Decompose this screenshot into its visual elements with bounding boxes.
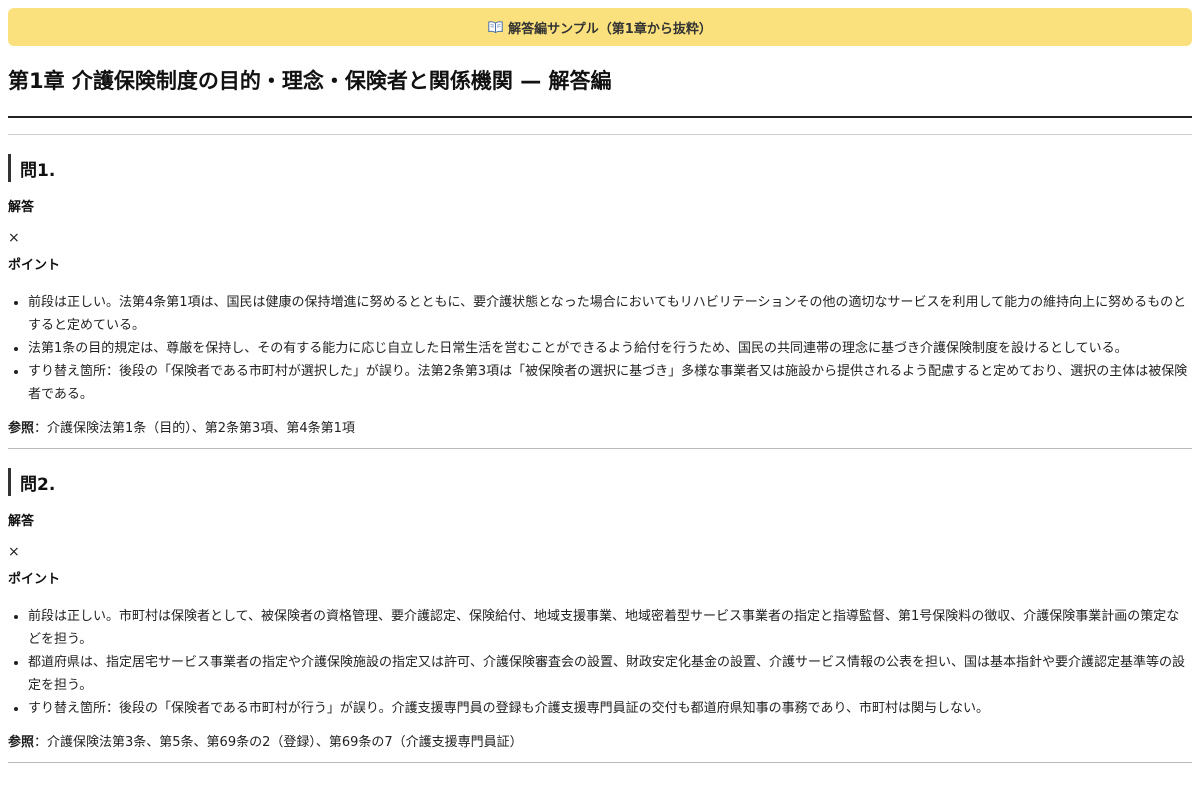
question-heading: 問1.: [8, 153, 1192, 183]
heading-accent-bar: [8, 154, 11, 182]
points-label: ポイント: [8, 572, 61, 587]
question-divider: [8, 448, 1192, 449]
point-item: 前段は正しい。法第4条第1項は、国民は健康の保持増進に努めるとともに、要介護状態…: [28, 291, 1192, 337]
answer-value: ×: [8, 544, 20, 560]
reference-text: ：介護保険法第3条、第5条、第69条の2（登録）、第69条の7（介護支援専門員証…: [34, 735, 523, 750]
point-item: すり替え箇所：後段の「保険者である市町村が選択した」が誤り。法第2条第3項は「被…: [28, 360, 1192, 406]
points-list: 前段は正しい。法第4条第1項は、国民は健康の保持増進に努めるとともに、要介護状態…: [8, 291, 1192, 406]
answer-label: 解答: [8, 200, 35, 215]
question-block: 問1. 解答 × ポイント 前段は正しい。法第4条第1項は、国民は健康の保持増進…: [8, 153, 1192, 449]
point-item: 法第1条の目的規定は、尊厳を保持し、その有する能力に応じ自立した日常生活を営むこ…: [28, 337, 1192, 360]
title-underline: [8, 116, 1192, 118]
reference-text: ：介護保険法第1条（目的）、第2条第3項、第4条第1項: [34, 421, 355, 436]
reference-line: 参照：介護保険法第1条（目的）、第2条第3項、第4条第1項: [8, 420, 1192, 438]
chapter-title: 第1章 介護保険制度の目的・理念・保険者と関係機関 — 解答編: [8, 69, 612, 93]
reference-label: 参照: [8, 421, 35, 436]
question-block: 問2. 解答 × ポイント 前段は正しい。市町村は保険者として、被保険者の資格管…: [8, 467, 1192, 763]
answer-value: ×: [8, 230, 20, 246]
reference-line: 参照：介護保険法第3条、第5条、第69条の2（登録）、第69条の7（介護支援専門…: [8, 734, 1192, 752]
point-item: すり替え箇所：後段の「保険者である市町村が行う」が誤り。介護支援専門員の登録も介…: [28, 697, 1192, 720]
question-title: 問1.: [20, 160, 56, 181]
reference-label: 参照: [8, 735, 35, 750]
document-page: 解答編サンプル（第1章から抜粋） 第1章 介護保険制度の目的・理念・保険者と関係…: [8, 8, 1192, 763]
answer-label: 解答: [8, 514, 35, 529]
banner-text: 解答編サンプル（第1章から抜粋）: [508, 21, 712, 37]
question-divider: [8, 762, 1192, 763]
point-item: 前段は正しい。市町村は保険者として、被保険者の資格管理、要介護認定、保険給付、地…: [28, 605, 1192, 651]
points-list: 前段は正しい。市町村は保険者として、被保険者の資格管理、要介護認定、保険給付、地…: [8, 605, 1192, 720]
heading-accent-bar: [8, 468, 11, 496]
section-divider: [8, 134, 1192, 135]
question-title: 問2.: [20, 474, 56, 495]
point-item: 都道府県は、指定居宅サービス事業者の指定や介護保険施設の指定又は許可、介護保険審…: [28, 651, 1192, 697]
open-book-icon: [488, 21, 503, 34]
question-heading: 問2.: [8, 467, 1192, 497]
sample-banner: 解答編サンプル（第1章から抜粋）: [8, 8, 1192, 46]
points-label: ポイント: [8, 258, 61, 273]
